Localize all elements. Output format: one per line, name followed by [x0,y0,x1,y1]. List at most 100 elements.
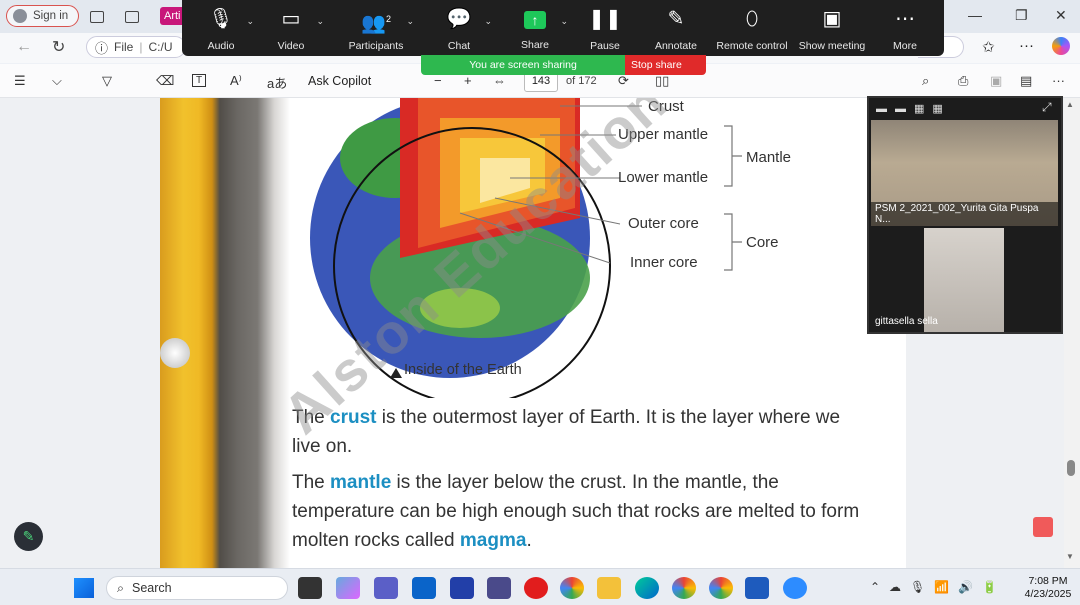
screen-sharing-banner: You are screen sharing [421,55,625,75]
start-icon[interactable] [74,578,94,598]
rotate-icon[interactable]: ⟳ [618,73,629,89]
app-icon[interactable] [450,577,474,599]
word-icon[interactable] [745,577,769,599]
copilot-icon[interactable] [1052,37,1070,55]
participants-count: 2 [385,14,391,24]
text-box-icon[interactable]: T [192,74,207,87]
zoom-meeting-controls: 🎙 Audio ⌄ ▭ Video ⌄ 👥2 Participants ⌄ 💬 Chat ⌄ ↑… [182,0,944,56]
page-view-icon[interactable]: ▯▯ [655,73,669,89]
pause-button[interactable]: ❚❚ Pause [570,6,640,52]
info-icon: ⓘ [95,40,109,56]
mouse-icon: ⬯ [745,8,759,30]
zoom-in-icon[interactable]: + [464,73,472,88]
back-icon[interactable]: ← [16,38,32,56]
pencil-icon: ✎ [667,8,685,30]
read-aloud-icon[interactable]: A⁾ [230,73,242,89]
chrome-icon[interactable] [560,577,584,599]
label-outer-core: Outer core [628,215,699,232]
refresh-icon[interactable]: ↻ [52,37,65,57]
taskbar-clock[interactable]: 7:08 PM 4/23/2025 [1018,575,1078,601]
opera-icon[interactable] [524,577,548,599]
close-icon[interactable]: ✕ [1055,7,1067,24]
share-button[interactable]: ↑ Share ⌄ [500,6,570,51]
outlook-icon[interactable] [412,577,436,599]
expand-icon[interactable]: ⤢ [1042,100,1052,115]
more-label: More [893,40,917,52]
annotate-button[interactable]: ✎ Annotate [641,6,711,52]
participants-button[interactable]: 👥2 Participants ⌄ [336,6,416,52]
zoom-out-icon[interactable]: − [434,73,442,88]
fit-page-icon[interactable]: ⇔ [493,73,506,88]
page-count: of 172 [566,75,597,87]
share-screen-icon: ↑ [524,11,546,29]
time: 7:08 PM [1028,575,1068,587]
participant-video-1[interactable]: PSM 2_2021_002_Yurita Gita Puspa N... [871,120,1058,226]
chrome-profile-icon[interactable] [709,577,733,599]
print-icon[interactable]: ⎙ [958,73,968,89]
browser-tab[interactable]: Arti [160,7,185,25]
draw-icon[interactable]: ▽ [102,73,112,89]
tab-actions-icon[interactable] [125,11,139,23]
view-mode-icons[interactable]: ▬▬▦▦ [876,102,951,115]
ellipsis-icon: ⋯ [895,8,915,30]
collections-icon[interactable] [90,11,104,23]
chat-button[interactable]: 💬 Chat ⌄ [424,6,494,52]
url-text: C:/U [148,40,173,54]
find-icon[interactable]: ⌕ [922,73,929,89]
edge-icon[interactable] [635,577,659,599]
more-icon[interactable]: ··· [1019,37,1034,54]
contents-icon[interactable]: ☰ [14,73,26,89]
keyword-magma: magma [459,530,527,551]
more-button[interactable]: ⋯ More [870,6,940,52]
paragraph-crust: The crust is the outermost layer of Eart… [292,403,862,461]
search-icon: ⌕ [117,580,125,595]
app-icon[interactable] [487,577,511,599]
taskbar-search[interactable]: ⌕ Search [106,576,288,600]
scroll-up-icon[interactable]: ▲ [1066,100,1074,109]
task-view-icon[interactable] [298,577,322,599]
remote-control-button[interactable]: ⬯ Remote control [712,6,792,52]
eraser-icon[interactable]: ⌫ [156,73,174,89]
sign-in-button[interactable]: Sign in [6,5,80,27]
save-icon[interactable]: ▣ [990,73,1002,89]
paragraph-mantle: The mantle is the layer below the crust.… [292,468,862,555]
save-as-icon[interactable]: ▤ [1020,73,1032,89]
chat-label: Chat [447,40,471,52]
date: 4/23/2025 [1024,588,1072,600]
show-meeting-label: Show meeting [798,40,866,52]
profile-icon [13,9,27,23]
scroll-down-icon[interactable]: ▼ [1066,552,1074,561]
video-button[interactable]: ▭ Video ⌄ [256,6,326,52]
teams-icon[interactable] [374,577,398,599]
system-tray-icons[interactable]: ⌃☁🎙📶🔊🔋 [870,580,1006,594]
participant-name: gittasella sella [875,316,938,327]
file-explorer-icon[interactable] [597,577,621,599]
chrome-profile-icon[interactable] [672,577,696,599]
label-core: Core [746,234,779,251]
draw-fab-button[interactable]: ✎ [14,522,43,551]
minimize-icon[interactable]: — [968,7,982,23]
scrollbar-thumb[interactable] [1067,460,1075,476]
restore-icon[interactable]: ❐ [1015,7,1028,24]
share-label: Share [520,39,550,51]
meeting-window-icon: ▣ [822,8,842,30]
label-lower-mantle: Lower mantle [618,169,709,186]
sign-in-label: Sign in [33,10,69,22]
stop-share-button[interactable]: Stop share [625,55,706,75]
pdf-more-icon[interactable]: ··· [1052,73,1065,88]
pause-icon: ❚❚ [588,8,622,30]
zoom-app-icon[interactable] [783,577,807,599]
label-mantle: Mantle [746,149,792,166]
pdf-acrobat-icon[interactable] [1033,517,1053,537]
audio-button[interactable]: 🎙 Audio ⌄ [186,6,256,52]
annotate-label: Annotate [654,40,698,52]
show-meeting-button[interactable]: ▣ Show meeting [794,6,870,52]
url-prefix: File [114,40,134,54]
scrollbar[interactable] [1064,98,1080,568]
highlight-icon[interactable]: ⌵ [52,73,62,89]
ask-copilot-button[interactable]: Ask Copilot [308,74,371,88]
favorites-icon[interactable]: ✩ [982,38,995,56]
copilot-app-icon[interactable] [336,577,360,599]
translate-icon[interactable]: aあ [267,73,287,92]
url-field[interactable]: ⓘ File | C:/U [86,36,186,58]
